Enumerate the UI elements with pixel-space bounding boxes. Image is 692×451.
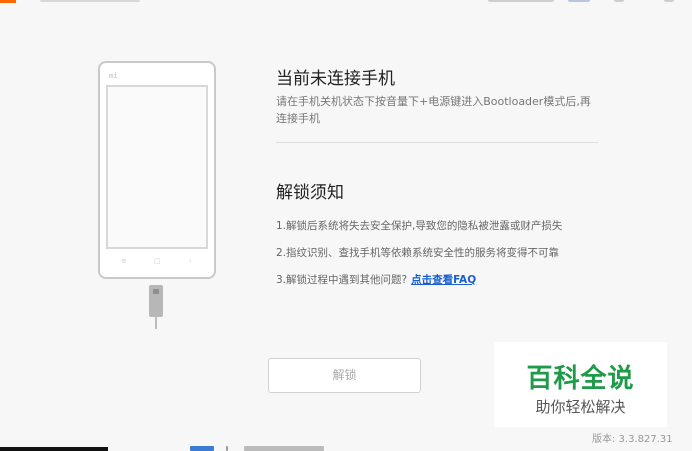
- connection-status-title: 当前未连接手机: [276, 69, 395, 89]
- unlock-notice-title: 解锁须知: [276, 183, 344, 203]
- taskbar-items-cropped: [190, 446, 390, 451]
- back-key-icon: ‹: [189, 257, 192, 265]
- phone-brand-mark: mi: [109, 72, 118, 80]
- window-title-cropped: [40, 0, 140, 2]
- connection-instructions: 请在手机关机状态下按音量下+电源键进入Bootloader模式后,再连接手机: [276, 95, 591, 125]
- watermark-subtitle: 助你轻松解决: [535, 398, 626, 416]
- version-label: 版本: 3.3.827.31: [592, 434, 673, 445]
- notice-rule-1: 1.解锁后系统将失去安全保护,导致您的隐私被泄露或财产损失: [276, 220, 563, 232]
- menu-key-icon: ≡: [121, 257, 127, 265]
- phone-illustration: mi ≡ □ ‹: [98, 61, 216, 279]
- title-bar: [0, 0, 692, 4]
- usb-cable-icon: [149, 285, 163, 317]
- phone-screen: [106, 85, 208, 249]
- mi-logo-icon: [0, 0, 16, 3]
- phone-nav-keys: ≡ □ ‹: [100, 257, 214, 265]
- watermark-badge: 百科全说 助你轻松解决: [494, 342, 667, 427]
- section-divider: [276, 142, 598, 143]
- usb-cable-wire: [155, 317, 157, 329]
- taskbar-cropped: [0, 447, 108, 451]
- home-key-icon: □: [154, 257, 161, 265]
- notice-rule-3-text: 3.解锁过程中遇到其他问题?: [276, 274, 408, 286]
- faq-link[interactable]: 点击查看FAQ: [411, 274, 476, 286]
- notice-rule-2: 2.指纹识别、查找手机等依赖系统安全性的服务将变得不可靠: [276, 247, 560, 259]
- unlock-button[interactable]: 解锁: [268, 358, 421, 393]
- account-area-cropped: [488, 0, 688, 2]
- watermark-title: 百科全说: [526, 364, 635, 394]
- notice-rule-3: 3.解锁过程中遇到其他问题? 点击查看FAQ: [276, 272, 476, 287]
